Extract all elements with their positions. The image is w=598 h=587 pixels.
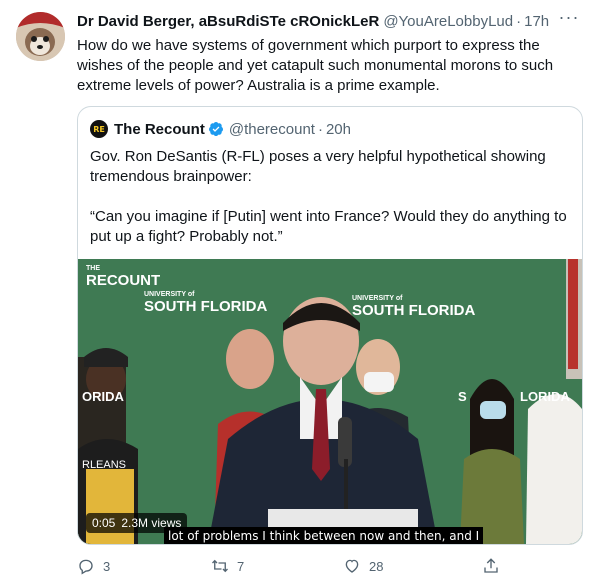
banner-small-text: UNIVERSITY of: [144, 291, 195, 298]
separator-dot: ·: [516, 13, 522, 30]
reply-button[interactable]: 3: [77, 555, 110, 577]
video-player[interactable]: THE RECOUNT UNIVERSITY of SOUTH FLORIDA …: [78, 259, 582, 544]
recount-logo-icon[interactable]: RE: [90, 120, 108, 138]
quoted-tweet-header: RE The Recount @therecount · 20h: [90, 119, 351, 139]
banner-large-text: SOUTH FLORIDA: [144, 298, 268, 315]
share-button[interactable]: [482, 555, 508, 577]
avatar[interactable]: [16, 12, 65, 61]
recount-watermark: THE RECOUNT: [86, 265, 160, 288]
quoted-tweet-text: Gov. Ron DeSantis (R-FL) poses a very he…: [90, 147, 570, 247]
watermark-title: RECOUNT: [86, 272, 161, 289]
tweet-time[interactable]: 17h: [524, 13, 549, 30]
like-button[interactable]: 28: [343, 555, 383, 577]
tweet-header: Dr David Berger, aBsuRdiSTe cROnickLeR @Y…: [77, 13, 578, 33]
reply-icon: [79, 559, 93, 575]
tweet-card[interactable]: Dr David Berger, aBsuRdiSTe cROnickLeR @Y…: [0, 0, 598, 587]
banner-large-text: SOUTH FLORIDA: [352, 302, 476, 319]
verified-badge-icon: [208, 122, 223, 137]
video-duration: 0:05: [92, 516, 116, 530]
banner-partial-left: ORIDA: [82, 389, 124, 404]
quoted-author-handle[interactable]: @therecount: [229, 121, 315, 138]
heart-icon: [345, 559, 359, 573]
retweet-count: 7: [237, 558, 245, 574]
share-icon: [484, 558, 498, 573]
tweet-actions: 3 7 28: [77, 555, 517, 577]
usf-banner-left: UNIVERSITY of SOUTH FLORIDA: [106, 291, 267, 315]
more-options-icon[interactable]: ···: [558, 8, 580, 32]
usf-banner-right: UNIVERSITY of SOUTH FLORIDA: [340, 295, 475, 319]
banner-partial-right: LORIDA: [520, 389, 570, 404]
author-handle[interactable]: @YouAreLobbyLud: [383, 13, 513, 30]
banner-small-text: UNIVERSITY of: [352, 295, 403, 302]
separator-dot: ·: [317, 120, 323, 138]
video-caption: lot of problems I think between now and …: [164, 527, 484, 544]
banner-far-left: RLEANS: [82, 459, 127, 471]
retweet-button[interactable]: 7: [211, 555, 244, 577]
author-name[interactable]: Dr David Berger, aBsuRdiSTe cROnickLeR: [77, 13, 379, 30]
retweet-icon: [212, 559, 228, 573]
tweet-text: How do we have systems of government whi…: [77, 37, 554, 94]
quoted-paragraph-1: Gov. Ron DeSantis (R-FL) poses a very he…: [90, 148, 546, 185]
banner-partial-right-s: S: [458, 389, 467, 404]
quoted-paragraph-2: “Can you imagine if [Putin] went into Fr…: [90, 208, 567, 245]
quoted-author-name[interactable]: The Recount: [114, 121, 205, 138]
like-count: 28: [369, 558, 384, 574]
reply-count: 3: [103, 558, 111, 574]
quoted-tweet-time[interactable]: 20h: [326, 121, 351, 138]
quoted-tweet[interactable]: RE The Recount @therecount · 20h Gov. Ro…: [77, 106, 583, 545]
